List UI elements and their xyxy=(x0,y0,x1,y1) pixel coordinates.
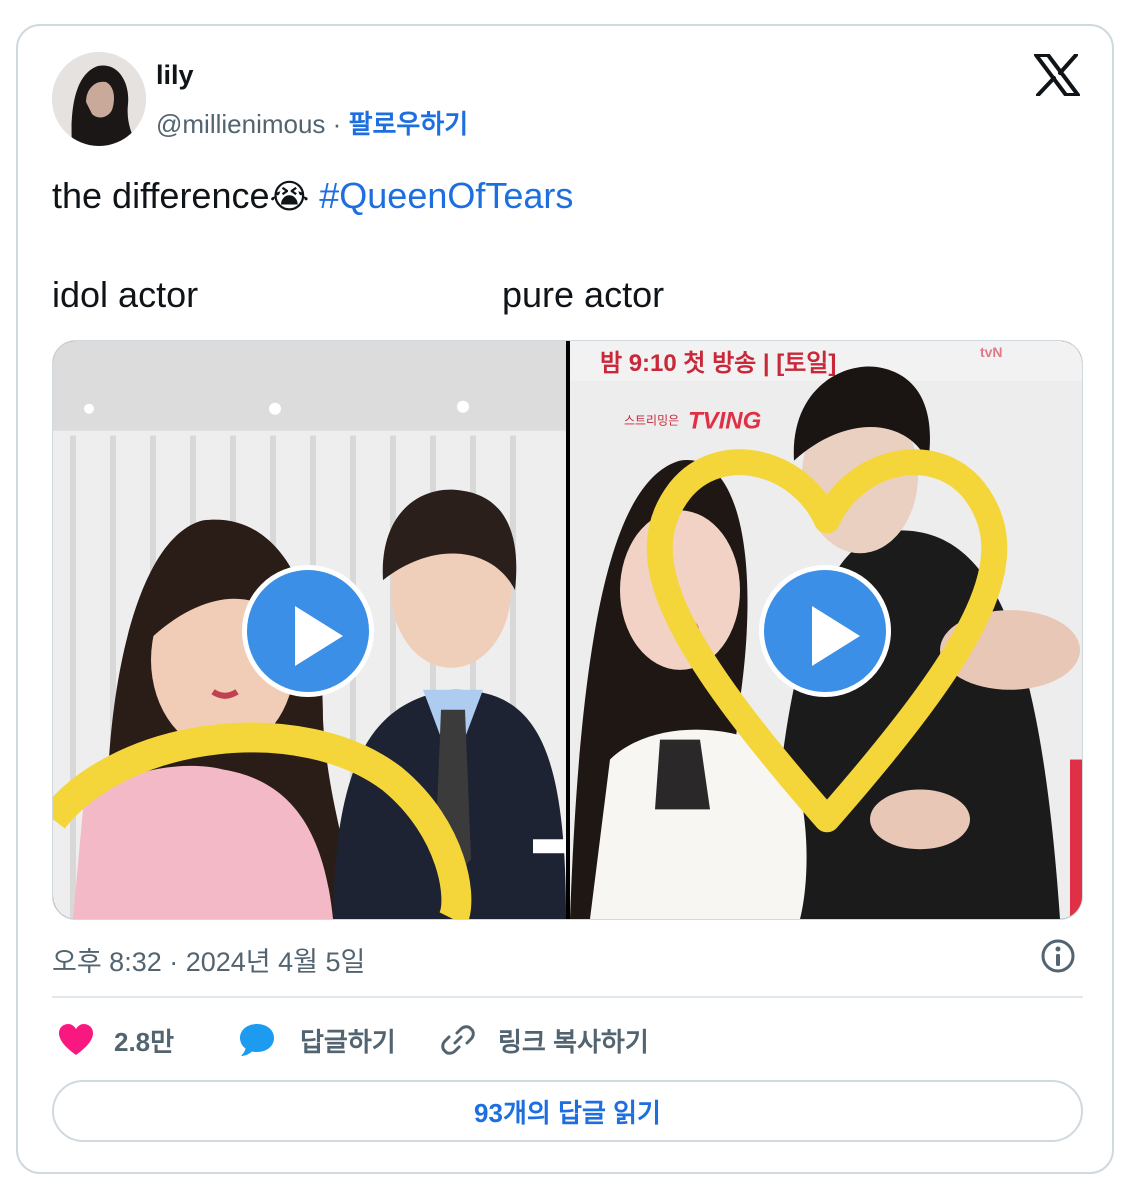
link-icon xyxy=(441,1025,475,1055)
play-icon[interactable] xyxy=(242,565,374,697)
separator-dot: · xyxy=(332,109,342,139)
media-grid: 밤 9:10 첫 방송 | [토일] 스트리밍은 TVING tvN xyxy=(52,340,1083,920)
speech-bubble-icon xyxy=(240,1024,274,1056)
x-logo-icon[interactable] xyxy=(1034,54,1080,96)
reply-button[interactable]: 답글하기 xyxy=(238,1020,396,1060)
hashtag-link[interactable]: #QueenOfTears xyxy=(319,175,573,216)
heart-icon xyxy=(59,1024,93,1055)
tweet-timestamp[interactable]: 오후 8:32 · 2024년 4월 5일 xyxy=(52,940,365,979)
tweet-embed-card: lily @millienimous · 팔로우하기 the differenc… xyxy=(16,24,1114,1174)
poster-tvn-text: tvN xyxy=(980,344,1003,360)
crying-emoji: 😭 xyxy=(269,178,310,216)
handle-row: @millienimous · 팔로우하기 xyxy=(156,104,468,141)
play-icon[interactable] xyxy=(759,565,891,697)
avatar[interactable] xyxy=(52,52,146,146)
info-icon[interactable] xyxy=(1040,938,1076,974)
left-caption: idol actor xyxy=(52,274,199,315)
video-left[interactable] xyxy=(53,341,566,919)
read-replies-button[interactable]: 93개의 답글 읽기 xyxy=(52,1080,1083,1142)
right-caption: pure actor xyxy=(502,274,665,315)
poster-broadcast-text: 밤 9:10 첫 방송 | [토일] xyxy=(600,350,836,377)
display-name[interactable]: lily xyxy=(156,60,194,91)
tweet-text: the difference😭 #QueenOfTears xyxy=(52,174,573,219)
poster-brand-text: TVING xyxy=(688,408,761,435)
video-right[interactable]: 밤 9:10 첫 방송 | [토일] 스트리밍은 TVING tvN xyxy=(570,341,1082,919)
tweet-body: the difference xyxy=(52,175,270,216)
like-button[interactable]: 2.8만 xyxy=(58,1020,174,1060)
copy-link-button[interactable]: 링크 복사하기 xyxy=(440,1020,649,1060)
avatar-image xyxy=(52,52,146,146)
copy-link-label: 링크 복사하기 xyxy=(498,1026,649,1057)
like-count: 2.8만 xyxy=(114,1026,175,1057)
follow-button[interactable]: 팔로우하기 xyxy=(349,109,469,139)
reply-label: 답글하기 xyxy=(300,1026,396,1057)
poster-streaming-text: 스트리밍은 xyxy=(624,414,679,428)
divider xyxy=(52,996,1083,998)
user-handle[interactable]: @millienimous xyxy=(156,109,325,139)
